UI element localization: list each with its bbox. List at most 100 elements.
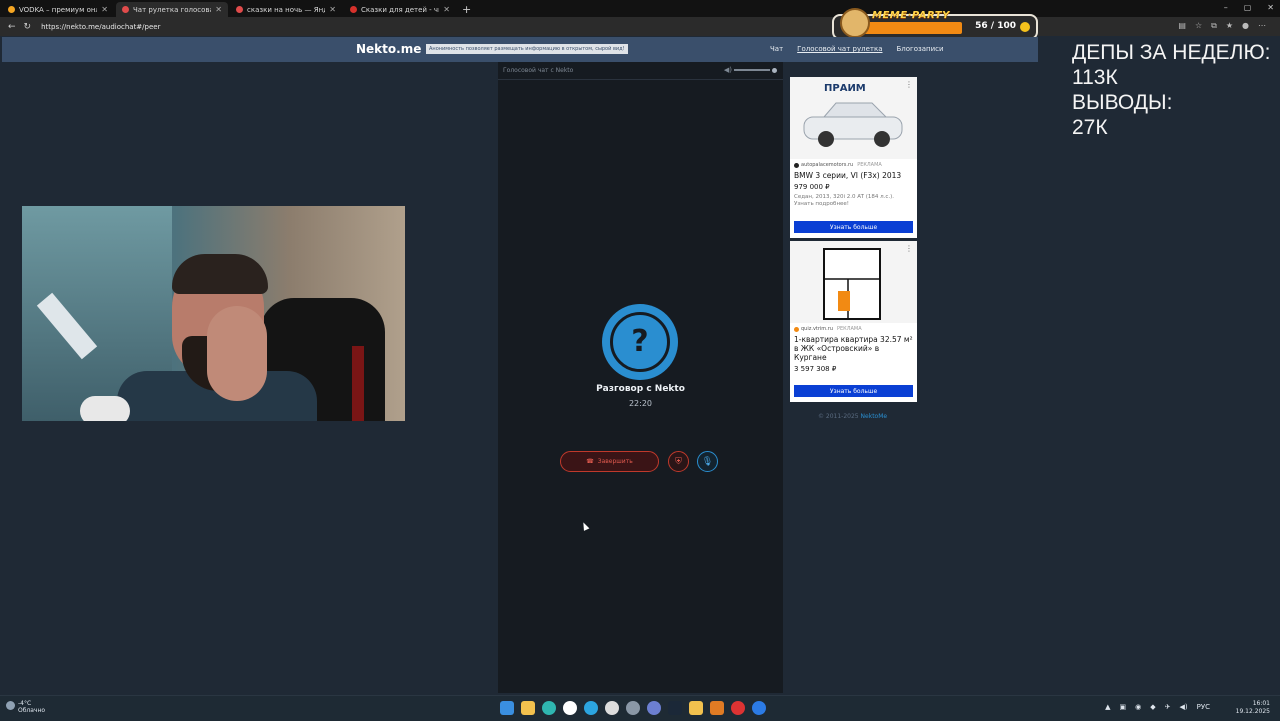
volume-slider[interactable]: ◀) [724,66,777,74]
system-tray: ▲ ▣ ◉ ◆ ✈ ◀) РУС [1105,703,1210,711]
close-icon[interactable]: ✕ [329,5,336,14]
webcam-object [80,396,130,421]
ad-source-icon [794,162,799,168]
ad-menu-icon[interactable]: ⋮ [905,244,913,253]
ad-title[interactable]: BMW 3 серии, VI (F3x) 2013 [794,171,913,180]
volume-track[interactable] [734,69,770,71]
speaker-icon[interactable]: ◀) [724,66,732,74]
maximize-button[interactable]: ▢ [1244,3,1252,12]
ad-card[interactable]: ⋮ quiz.vtrim.ru РЕКЛАМА 1-квартира кварт… [790,241,917,402]
reload-icon[interactable]: ↻ [24,22,32,32]
close-icon[interactable]: ✕ [101,5,108,14]
nav-chat[interactable]: Чат [770,45,783,53]
coin-icon [1020,22,1030,32]
telegram-icon[interactable] [584,701,598,715]
floorplan-icon [823,248,881,320]
minimize-button[interactable]: – [1224,3,1228,12]
tab-favicon-icon [236,6,243,13]
withdrawals-value: 27К [1072,116,1108,139]
tray-app-icon[interactable]: ▣ [1120,703,1127,711]
footer-link[interactable]: NektoMe [861,413,888,420]
app-icon[interactable] [605,701,619,715]
close-icon[interactable]: ✕ [443,5,450,14]
weather-widget[interactable]: -4°C Облачно [6,700,46,714]
overlay-score: 56 / 100 [975,21,1016,31]
menu-icon[interactable]: ⋯ [1258,21,1266,31]
volume-handle[interactable] [772,67,777,73]
site-logo[interactable]: Nekto.me [356,42,421,56]
end-call-button[interactable]: ☎ Завершить [560,451,659,472]
profile-icon[interactable]: ● [1242,21,1249,31]
ad-source-domain[interactable]: quiz.vtrim.ru [801,326,833,332]
microphone-button[interactable]: 🎙 [697,451,718,472]
app-icon[interactable] [647,701,661,715]
chevron-up-icon[interactable]: ▲ [1105,703,1110,711]
system-clock[interactable]: 16:01 19.12.2025 [1236,700,1270,716]
report-button[interactable]: ⛨ [668,451,689,472]
new-tab-button[interactable]: + [462,3,471,16]
url-field[interactable]: https://nekto.me/audiochat#/peer [41,23,160,31]
ad-image-car: ПРАИМ ⋮ [790,77,917,159]
app-icon[interactable] [752,701,766,715]
ad-cta-button[interactable]: Узнать больше [794,221,913,233]
webcam-chair-stripe [352,346,364,421]
app-icon[interactable] [731,701,745,715]
favorites-icon[interactable]: ★ [1226,21,1233,31]
chat-header: Голосовой чат с Nekto ◀) [498,62,783,80]
tray-app-icon[interactable]: ◉ [1135,703,1141,711]
browser-tab[interactable]: VODKA – премиум онлайн-каз ✕ [2,2,114,17]
taskbar: -4°C Облачно ▲ ▣ ◉ ◆ ✈ ◀) РУС 16:01 19.1… [0,695,1280,721]
edge-icon[interactable] [542,701,556,715]
yandex-browser-icon[interactable] [563,701,577,715]
ad-menu-icon[interactable]: ⋮ [905,80,913,89]
voice-chat-panel: Голосовой чат с Nekto ◀) ? Разговор с Ne… [498,62,783,693]
ad-price: 3 597 308 ₽ [794,365,837,373]
extensions-icon[interactable]: ⧉ [1211,21,1217,31]
end-call-label: Завершить [597,458,633,465]
deposits-label: ДЕПЫ ЗА НЕДЕЛЮ: [1072,41,1271,64]
call-timer: 22:20 [628,399,653,408]
language-indicator[interactable]: РУС [1197,703,1210,711]
start-icon[interactable] [500,701,514,715]
chat-header-title: Голосовой чат с Nekto [503,67,574,74]
tray-app-icon[interactable]: ◆ [1150,703,1155,711]
ad-image-floorplan: ⋮ [790,241,917,323]
site-footer: © 2011-2025 NektoMe [818,413,887,420]
nav-blog[interactable]: Блогозаписи [896,45,943,53]
question-mark-icon: ? [610,312,670,372]
reader-icon[interactable]: ▤ [1178,21,1186,31]
clock-date: 19.12.2025 [1235,708,1270,715]
tray-app-icon[interactable]: ✈ [1165,703,1171,711]
close-window-button[interactable]: ✕ [1267,3,1274,12]
volume-icon[interactable]: ◀) [1180,703,1188,711]
ad-title[interactable]: 1-квартира квартира 32.57 м² в ЖК «Остро… [794,335,913,362]
ad-cta-button[interactable]: Узнать больше [794,385,913,397]
ad-source-domain[interactable]: autopalacemotors.ru [801,162,853,168]
browser-tab-active[interactable]: Чат рулетка голосовая — N ✕ [116,2,228,17]
anonymity-notice: Анонимность позволяет размещать информац… [426,44,628,54]
nav-voice-chat[interactable]: Голосовой чат рулетка [797,45,882,53]
steam-icon[interactable] [668,701,682,715]
file-explorer-icon[interactable] [521,701,535,715]
car-icon [803,102,903,147]
app-icon[interactable] [689,701,703,715]
star-icon[interactable]: ☆ [1195,21,1202,31]
ad-badge: РЕКЛАМА [857,162,882,168]
overlay-title: MEME·PARTY [872,10,950,21]
withdrawals-label: ВЫВОДЫ: [1072,91,1173,114]
close-icon[interactable]: ✕ [215,5,222,14]
ad-card[interactable]: ПРАИМ ⋮ autopalacemotors.ru РЕКЛАМА BMW … [790,77,917,238]
tab-title: Сказки для детей - читать детс [361,5,439,14]
browser-tab[interactable]: Сказки для детей - читать детс ✕ [344,2,456,17]
app-icon[interactable] [710,701,724,715]
weather-desc: Облачно [18,707,46,714]
browser-tab[interactable]: сказки на ночь — Яндекс: наш ✕ [230,2,342,17]
site-header: Nekto.me Анонимность позволяет размещать… [2,37,1038,62]
ad-description: Седан, 2013, 320i 2.0 AT (184 л.с.). Узн… [794,194,895,207]
address-bar: ← ↻ https://nekto.me/audiochat#/peer ▤ ☆… [0,17,1280,36]
deposits-value: 113К [1072,66,1118,89]
back-icon[interactable]: ← [8,22,16,32]
ad-price: 979 000 ₽ [794,183,830,191]
browser-tab-bar: VODKA – премиум онлайн-каз ✕ Чат рулетка… [0,0,1280,17]
settings-icon[interactable] [626,701,640,715]
